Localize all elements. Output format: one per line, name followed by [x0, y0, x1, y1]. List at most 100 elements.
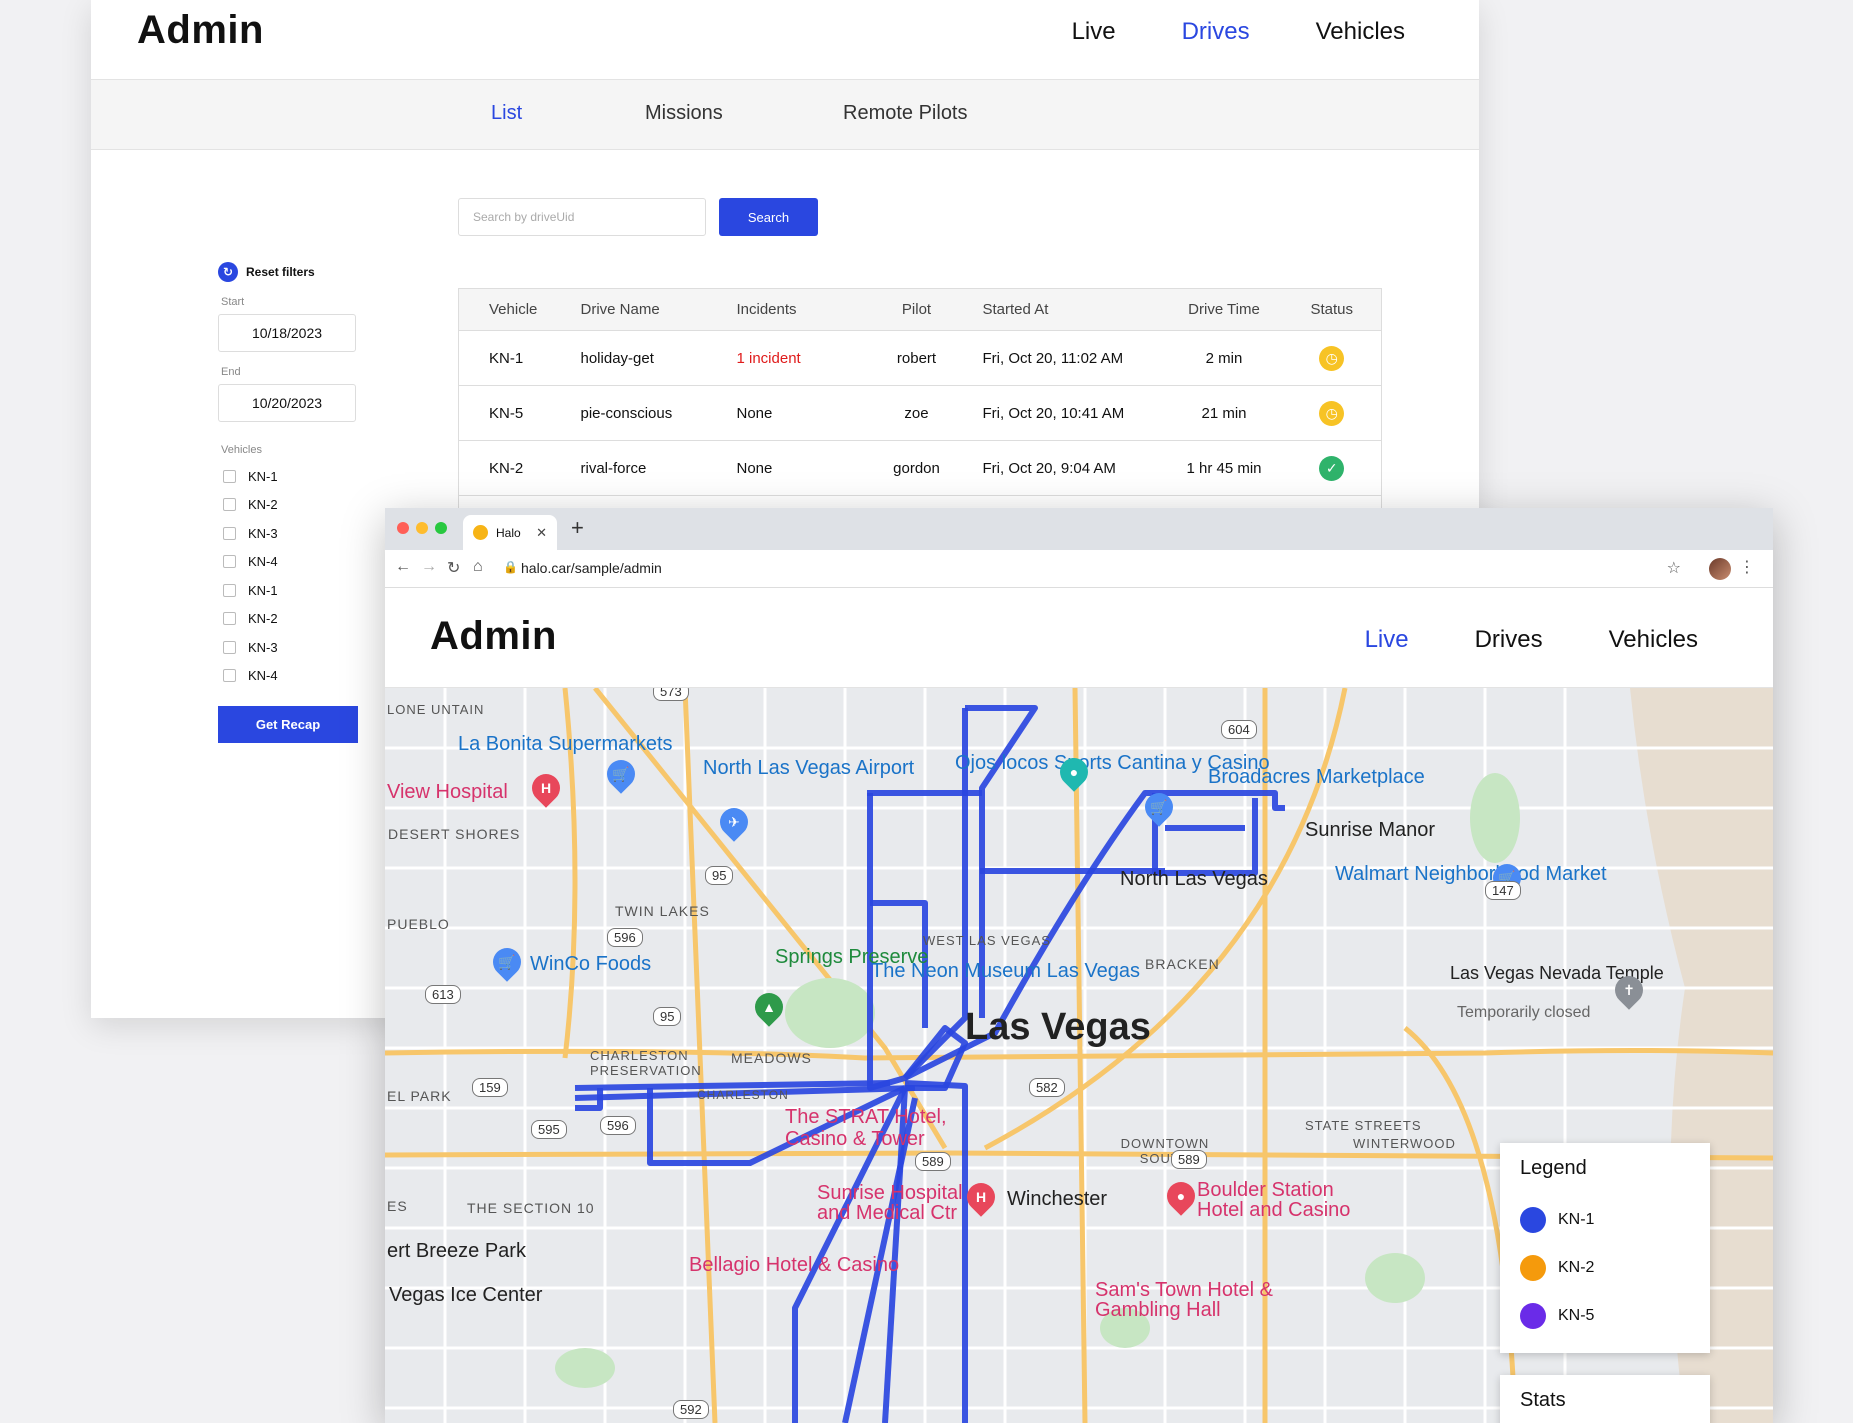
start-date-field[interactable]: 10/18/2023: [218, 314, 356, 352]
vehicle-checkbox-item[interactable]: KN-3: [223, 519, 368, 548]
url-field[interactable]: halo.car/sample/admin: [521, 560, 662, 576]
vehicle-label: KN-1: [248, 468, 278, 484]
highway-shield: 592: [673, 1400, 709, 1419]
cell-drive-time: 21 min: [1165, 385, 1283, 441]
more-menu-icon[interactable]: ⋮: [1739, 557, 1755, 577]
map-label: Broadacres Marketplace: [1208, 766, 1425, 788]
back-arrow-icon[interactable]: ←: [395, 558, 411, 576]
maximize-window-icon[interactable]: [435, 522, 447, 534]
checkbox[interactable]: [223, 612, 236, 626]
casino-icon[interactable]: ●: [1054, 752, 1094, 792]
search-input[interactable]: [458, 198, 706, 236]
legend-swatch: [1520, 1303, 1546, 1329]
legend-swatch: [1520, 1207, 1546, 1233]
cell-vehicle: KN-1: [458, 330, 581, 386]
home-icon[interactable]: ⌂: [473, 558, 483, 576]
tab-title: Halo: [496, 525, 521, 540]
bookmark-star-icon[interactable]: ☆: [1667, 558, 1681, 578]
map-label: Sunrise Hospital and Medical Ctr: [817, 1182, 963, 1224]
live-map[interactable]: LONE UNTAIN La Bonita Supermarkets 🛒 Nor…: [385, 688, 1773, 1423]
highway-shield: 595: [531, 1120, 567, 1139]
vehicle-checkbox-item[interactable]: KN-2: [223, 491, 368, 520]
col-status[interactable]: Status: [1282, 288, 1382, 331]
checkbox[interactable]: [223, 469, 236, 483]
table-row[interactable]: KN-1 holiday-get 1 incident robert Fri, …: [458, 330, 1382, 386]
airplane-icon[interactable]: ✈: [714, 802, 754, 842]
vehicle-checkbox-item[interactable]: KN-2: [223, 605, 368, 634]
map-label: Bellagio Hotel & Casino: [689, 1254, 900, 1276]
nav-vehicles[interactable]: Vehicles: [1316, 18, 1405, 46]
map-label: Vegas Ice Center: [389, 1284, 543, 1306]
col-drive-time[interactable]: Drive Time: [1165, 288, 1283, 331]
shopping-cart-icon[interactable]: 🛒: [601, 754, 641, 794]
col-pilot[interactable]: Pilot: [866, 288, 967, 331]
nav-vehicles[interactable]: Vehicles: [1609, 626, 1698, 654]
map-legend: Legend KN-1 KN-2 KN-5: [1500, 1143, 1710, 1353]
vehicle-checkbox-item[interactable]: KN-3: [223, 633, 368, 662]
map-label: Winchester: [1007, 1188, 1108, 1210]
vehicle-checkbox-item[interactable]: KN-4: [223, 548, 368, 577]
vehicle-label: KN-1: [248, 582, 278, 598]
vehicle-checkbox-item[interactable]: KN-4: [223, 662, 368, 691]
table-row[interactable]: KN-2 rival-force None gordon Fri, Oct 20…: [458, 440, 1382, 496]
minimize-window-icon[interactable]: [416, 522, 428, 534]
legend-label: KN-1: [1558, 1211, 1595, 1228]
end-date-field[interactable]: 10/20/2023: [218, 384, 356, 422]
cell-pilot: robert: [866, 330, 967, 386]
legend-item[interactable]: KN-5: [1520, 1292, 1690, 1340]
reload-icon[interactable]: ↻: [447, 558, 460, 578]
clock-icon: ◷: [1319, 400, 1345, 426]
legend-item[interactable]: KN-2: [1520, 1244, 1690, 1292]
table-row[interactable]: KN-5 pie-conscious None zoe Fri, Oct 20,…: [458, 385, 1382, 441]
col-started-at[interactable]: Started At: [966, 288, 1166, 331]
map-label: STATE STREETS: [1305, 1118, 1422, 1133]
checkbox[interactable]: [223, 583, 236, 597]
checkbox[interactable]: [223, 640, 236, 654]
legend-item[interactable]: KN-1: [1520, 1196, 1690, 1244]
tab-strip: Halo ✕ +: [385, 508, 1773, 550]
map-label: The STRAT Hotel, Casino & Tower: [785, 1106, 947, 1150]
vehicle-checkbox-item[interactable]: KN-1: [223, 576, 368, 605]
search-row: Search: [458, 198, 818, 236]
map-label: PUEBLO: [387, 916, 450, 932]
checkbox[interactable]: [223, 526, 236, 540]
reset-filters-button[interactable]: ↻ Reset filters: [218, 262, 368, 282]
forward-arrow-icon[interactable]: →: [421, 558, 437, 576]
col-incidents[interactable]: Incidents: [736, 288, 867, 331]
col-drive-name[interactable]: Drive Name: [580, 288, 737, 331]
nav-live[interactable]: Live: [1365, 626, 1409, 654]
checkbox[interactable]: [223, 498, 236, 512]
tab-missions[interactable]: Missions: [645, 102, 723, 125]
shopping-bag-icon[interactable]: 🛒: [1139, 787, 1179, 827]
close-window-icon[interactable]: [397, 522, 409, 534]
shopping-cart-icon[interactable]: 🛒: [487, 942, 527, 982]
new-tab-icon[interactable]: +: [571, 515, 584, 541]
cell-incidents[interactable]: 1 incident: [736, 330, 867, 386]
nav-drives[interactable]: Drives: [1475, 626, 1543, 654]
highway-shield: 95: [653, 1007, 682, 1026]
search-button[interactable]: Search: [719, 198, 818, 236]
hotel-icon[interactable]: ●: [1161, 1176, 1201, 1216]
temple-icon[interactable]: ✝: [1609, 970, 1649, 1010]
vehicle-label: KN-4: [248, 554, 278, 570]
park-icon[interactable]: ▲: [749, 987, 789, 1027]
avatar[interactable]: [1709, 558, 1731, 580]
checkbox[interactable]: [223, 555, 236, 569]
highway-shield: 596: [607, 928, 643, 947]
get-recap-button[interactable]: Get Recap: [218, 706, 358, 743]
tab-remote-pilots[interactable]: Remote Pilots: [843, 102, 968, 125]
col-vehicle[interactable]: Vehicle: [458, 288, 581, 331]
nav-live[interactable]: Live: [1072, 18, 1116, 46]
map-label: Las Vegas: [965, 1006, 1151, 1048]
vehicle-checkbox-item[interactable]: KN-1: [223, 462, 368, 491]
nav-drives[interactable]: Drives: [1182, 18, 1250, 46]
close-tab-icon[interactable]: ✕: [536, 525, 547, 541]
tab-list[interactable]: List: [491, 102, 522, 125]
filters-panel: ↻ Reset filters Start 10/18/2023 End 10/…: [218, 262, 368, 743]
hospital-icon[interactable]: H: [526, 768, 566, 808]
map-label: North Las Vegas Airport: [703, 757, 915, 779]
checkbox[interactable]: [223, 669, 236, 683]
browser-tab[interactable]: Halo ✕: [463, 515, 557, 550]
hospital-icon[interactable]: H: [961, 1177, 1001, 1217]
cell-incidents: None: [736, 440, 867, 496]
